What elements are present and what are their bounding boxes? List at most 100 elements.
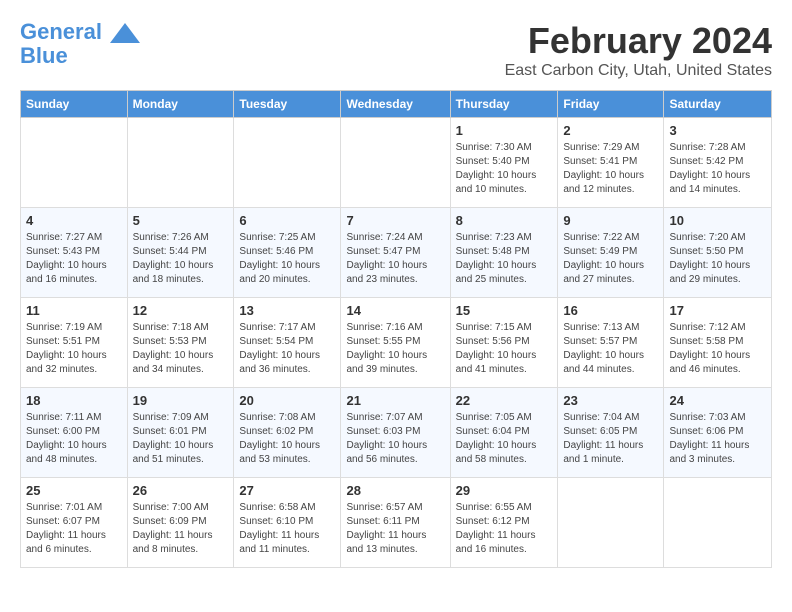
- day-number: 20: [239, 393, 335, 408]
- calendar-cell: [558, 478, 664, 568]
- calendar-header-cell: Sunday: [21, 91, 128, 118]
- day-info: Sunrise: 7:23 AM Sunset: 5:48 PM Dayligh…: [456, 231, 553, 287]
- calendar-header-row: SundayMondayTuesdayWednesdayThursdayFrid…: [21, 91, 772, 118]
- day-info: Sunrise: 7:15 AM Sunset: 5:56 PM Dayligh…: [456, 321, 553, 377]
- calendar-cell: 6 Sunrise: 7:25 AM Sunset: 5:46 PM Daylig…: [234, 208, 341, 298]
- calendar-cell: 17Sunrise: 7:12 AM Sunset: 5:58 PM Dayli…: [664, 298, 772, 388]
- logo-text: General Blue: [20, 20, 140, 68]
- calendar-week-row: 11 Sunrise: 7:19 AM Sunset: 5:51 PM Dayli…: [21, 298, 772, 388]
- calendar-table: SundayMondayTuesdayWednesdayThursdayFrid…: [20, 90, 772, 568]
- calendar-cell: 29Sunrise: 6:55 AM Sunset: 6:12 PM Dayli…: [450, 478, 558, 568]
- day-info: Sunrise: 7:22 AM Sunset: 5:49 PM Dayligh…: [563, 231, 658, 287]
- day-number: 28: [346, 483, 444, 498]
- day-number: 19: [133, 393, 229, 408]
- calendar-cell: 4 Sunrise: 7:27 AM Sunset: 5:43 PM Daylig…: [21, 208, 128, 298]
- day-info: Sunrise: 7:04 AM Sunset: 6:05 PM Dayligh…: [563, 411, 658, 467]
- header: General Blue February 2024 East Carbon C…: [20, 20, 772, 80]
- day-info: Sunrise: 7:09 AM Sunset: 6:01 PM Dayligh…: [133, 411, 229, 467]
- day-info: Sunrise: 7:24 AM Sunset: 5:47 PM Dayligh…: [346, 231, 444, 287]
- day-number: 24: [669, 393, 766, 408]
- calendar-week-row: 4 Sunrise: 7:27 AM Sunset: 5:43 PM Daylig…: [21, 208, 772, 298]
- day-number: 3: [669, 123, 766, 138]
- day-info: Sunrise: 7:13 AM Sunset: 5:57 PM Dayligh…: [563, 321, 658, 377]
- day-info: Sunrise: 7:29 AM Sunset: 5:41 PM Dayligh…: [563, 141, 658, 197]
- calendar-header-cell: Thursday: [450, 91, 558, 118]
- day-number: 26: [133, 483, 229, 498]
- day-info: Sunrise: 7:16 AM Sunset: 5:55 PM Dayligh…: [346, 321, 444, 377]
- day-number: 6: [239, 213, 335, 228]
- day-number: 16: [563, 303, 658, 318]
- day-number: 14: [346, 303, 444, 318]
- day-number: 22: [456, 393, 553, 408]
- day-info: Sunrise: 7:03 AM Sunset: 6:06 PM Dayligh…: [669, 411, 766, 467]
- day-number: 10: [669, 213, 766, 228]
- day-number: 4: [26, 213, 122, 228]
- calendar-cell: [664, 478, 772, 568]
- day-info: Sunrise: 7:17 AM Sunset: 5:54 PM Dayligh…: [239, 321, 335, 377]
- calendar-week-row: 18Sunrise: 7:11 AM Sunset: 6:00 PM Dayli…: [21, 388, 772, 478]
- day-info: Sunrise: 6:57 AM Sunset: 6:11 PM Dayligh…: [346, 501, 444, 557]
- day-number: 27: [239, 483, 335, 498]
- day-info: Sunrise: 7:18 AM Sunset: 5:53 PM Dayligh…: [133, 321, 229, 377]
- day-number: 5: [133, 213, 229, 228]
- day-info: Sunrise: 7:20 AM Sunset: 5:50 PM Dayligh…: [669, 231, 766, 287]
- calendar-cell: 13Sunrise: 7:17 AM Sunset: 5:54 PM Dayli…: [234, 298, 341, 388]
- calendar-cell: 3 Sunrise: 7:28 AM Sunset: 5:42 PM Daylig…: [664, 118, 772, 208]
- calendar-cell: 14 Sunrise: 7:16 AM Sunset: 5:55 PM Dayli…: [341, 298, 450, 388]
- calendar-cell: 26 Sunrise: 7:00 AM Sunset: 6:09 PM Dayli…: [127, 478, 234, 568]
- calendar-header-cell: Friday: [558, 91, 664, 118]
- day-info: Sunrise: 7:25 AM Sunset: 5:46 PM Dayligh…: [239, 231, 335, 287]
- day-info: Sunrise: 7:26 AM Sunset: 5:44 PM Dayligh…: [133, 231, 229, 287]
- main-title: February 2024: [505, 20, 772, 62]
- calendar-cell: 16 Sunrise: 7:13 AM Sunset: 5:57 PM Dayli…: [558, 298, 664, 388]
- day-number: 23: [563, 393, 658, 408]
- calendar-header-cell: Saturday: [664, 91, 772, 118]
- day-info: Sunrise: 7:27 AM Sunset: 5:43 PM Dayligh…: [26, 231, 122, 287]
- calendar-cell: 18Sunrise: 7:11 AM Sunset: 6:00 PM Dayli…: [21, 388, 128, 478]
- day-number: 9: [563, 213, 658, 228]
- calendar-week-row: 1 Sunrise: 7:30 AM Sunset: 5:40 PM Daylig…: [21, 118, 772, 208]
- calendar-header-cell: Monday: [127, 91, 234, 118]
- day-number: 1: [456, 123, 553, 138]
- calendar-cell: 23 Sunrise: 7:04 AM Sunset: 6:05 PM Dayli…: [558, 388, 664, 478]
- calendar-cell: 11 Sunrise: 7:19 AM Sunset: 5:51 PM Dayli…: [21, 298, 128, 388]
- day-info: Sunrise: 7:11 AM Sunset: 6:00 PM Dayligh…: [26, 411, 122, 467]
- calendar-week-row: 25 Sunrise: 7:01 AM Sunset: 6:07 PM Dayli…: [21, 478, 772, 568]
- calendar-cell: 1 Sunrise: 7:30 AM Sunset: 5:40 PM Daylig…: [450, 118, 558, 208]
- day-number: 2: [563, 123, 658, 138]
- day-info: Sunrise: 7:01 AM Sunset: 6:07 PM Dayligh…: [26, 501, 122, 557]
- day-info: Sunrise: 7:19 AM Sunset: 5:51 PM Dayligh…: [26, 321, 122, 377]
- calendar-cell: [127, 118, 234, 208]
- day-number: 11: [26, 303, 122, 318]
- day-info: Sunrise: 7:12 AM Sunset: 5:58 PM Dayligh…: [669, 321, 766, 377]
- day-number: 29: [456, 483, 553, 498]
- day-number: 7: [346, 213, 444, 228]
- logo: General Blue: [20, 20, 140, 68]
- day-info: Sunrise: 6:58 AM Sunset: 6:10 PM Dayligh…: [239, 501, 335, 557]
- calendar-cell: 22 Sunrise: 7:05 AM Sunset: 6:04 PM Dayli…: [450, 388, 558, 478]
- day-info: Sunrise: 7:30 AM Sunset: 5:40 PM Dayligh…: [456, 141, 553, 197]
- day-info: Sunrise: 7:05 AM Sunset: 6:04 PM Dayligh…: [456, 411, 553, 467]
- calendar-body: 1 Sunrise: 7:30 AM Sunset: 5:40 PM Daylig…: [21, 118, 772, 568]
- calendar-cell: 24 Sunrise: 7:03 AM Sunset: 6:06 PM Dayli…: [664, 388, 772, 478]
- day-info: Sunrise: 7:08 AM Sunset: 6:02 PM Dayligh…: [239, 411, 335, 467]
- calendar-cell: [234, 118, 341, 208]
- calendar-cell: 7 Sunrise: 7:24 AM Sunset: 5:47 PM Daylig…: [341, 208, 450, 298]
- calendar-cell: 2 Sunrise: 7:29 AM Sunset: 5:41 PM Daylig…: [558, 118, 664, 208]
- calendar-cell: 19 Sunrise: 7:09 AM Sunset: 6:01 PM Dayli…: [127, 388, 234, 478]
- calendar-cell: 15Sunrise: 7:15 AM Sunset: 5:56 PM Dayli…: [450, 298, 558, 388]
- calendar-header-cell: Tuesday: [234, 91, 341, 118]
- calendar-cell: [21, 118, 128, 208]
- calendar-cell: 20 Sunrise: 7:08 AM Sunset: 6:02 PM Dayli…: [234, 388, 341, 478]
- calendar-cell: [341, 118, 450, 208]
- day-number: 25: [26, 483, 122, 498]
- calendar-cell: 5 Sunrise: 7:26 AM Sunset: 5:44 PM Daylig…: [127, 208, 234, 298]
- day-number: 21: [346, 393, 444, 408]
- day-info: Sunrise: 7:00 AM Sunset: 6:09 PM Dayligh…: [133, 501, 229, 557]
- calendar-cell: 8Sunrise: 7:23 AM Sunset: 5:48 PM Daylig…: [450, 208, 558, 298]
- day-info: Sunrise: 7:28 AM Sunset: 5:42 PM Dayligh…: [669, 141, 766, 197]
- calendar-cell: 12Sunrise: 7:18 AM Sunset: 5:53 PM Dayli…: [127, 298, 234, 388]
- day-info: Sunrise: 7:07 AM Sunset: 6:03 PM Dayligh…: [346, 411, 444, 467]
- calendar-cell: 27 Sunrise: 6:58 AM Sunset: 6:10 PM Dayli…: [234, 478, 341, 568]
- subtitle: East Carbon City, Utah, United States: [505, 62, 772, 80]
